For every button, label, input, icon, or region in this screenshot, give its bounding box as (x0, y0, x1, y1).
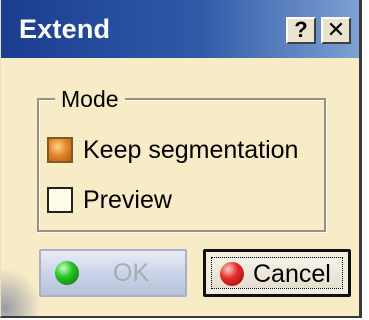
keep-segmentation-checkbox[interactable] (47, 137, 73, 163)
help-button[interactable]: ? (286, 17, 316, 44)
cancel-button[interactable]: Cancel (203, 249, 351, 297)
extend-dialog: Extend ? ✕ Mode Keep segmentation Previe… (0, 0, 362, 318)
background-artifact (1, 268, 41, 316)
preview-checkbox[interactable] (47, 187, 73, 213)
title-bar[interactable]: Extend ? ✕ (1, 0, 359, 58)
close-button[interactable]: ✕ (321, 17, 351, 44)
window-title: Extend (19, 14, 111, 44)
ok-button[interactable]: OK (39, 249, 187, 297)
ok-button-label: OK (113, 259, 150, 287)
green-ball-icon (55, 261, 79, 285)
mode-group-legend: Mode (55, 86, 125, 112)
cancel-button-label: Cancel (253, 260, 331, 288)
preview-label[interactable]: Preview (83, 184, 172, 216)
keep-segmentation-label[interactable]: Keep segmentation (83, 134, 298, 166)
red-ball-icon (220, 262, 244, 286)
